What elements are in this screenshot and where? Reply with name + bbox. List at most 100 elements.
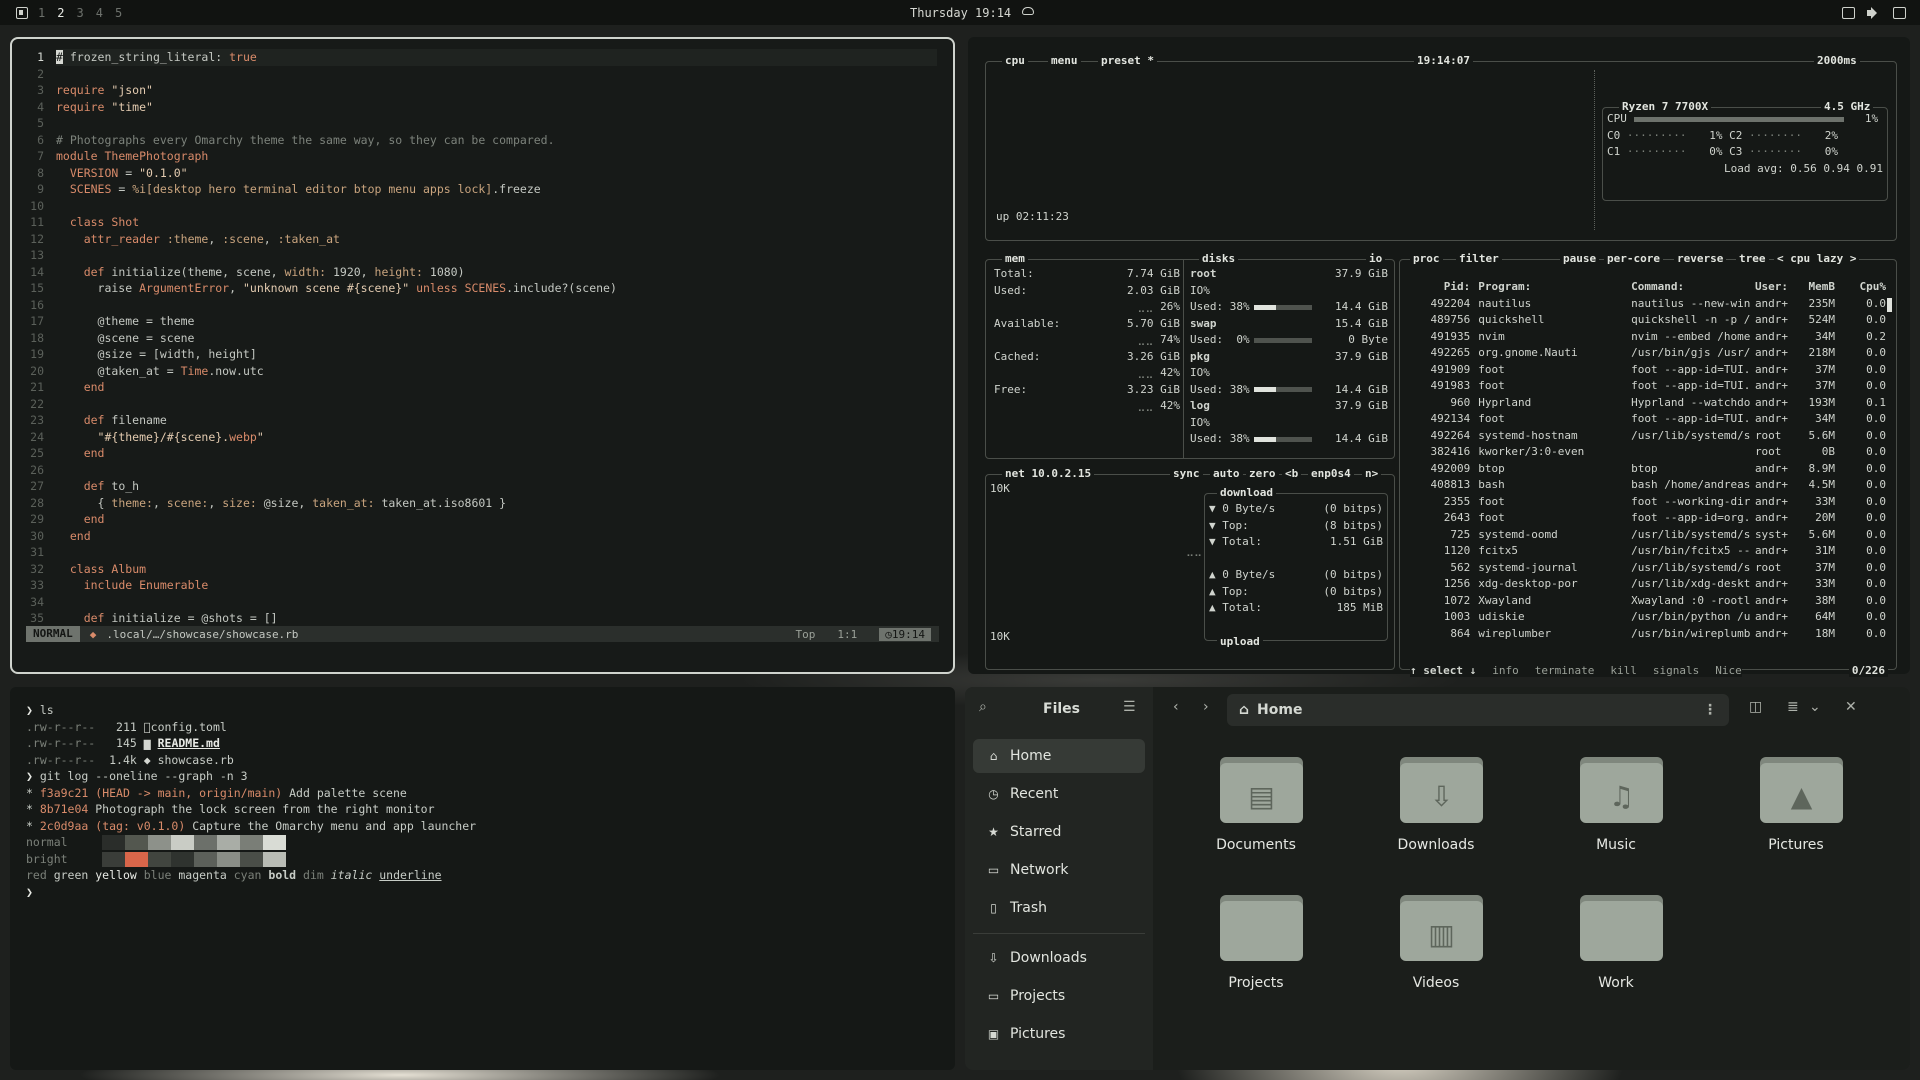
weather-icon[interactable] (1022, 7, 1034, 15)
sort-selector[interactable]: < cpu lazy > (1774, 252, 1860, 265)
filter-tab[interactable]: filter (1456, 252, 1502, 265)
file-path: .local/…/showcase/showcase.rb (106, 627, 299, 641)
close-icon[interactable]: ✕ (1845, 699, 1857, 715)
menu-tab[interactable]: menu (1048, 54, 1081, 67)
net-auto[interactable]: auto (1210, 467, 1243, 480)
io-toggle[interactable]: io (1366, 252, 1386, 265)
proc-tab[interactable]: proc (1410, 252, 1443, 265)
process-row[interactable]: 864 wireplumber/usr/bin/wireplumb andr+ 18M… (1412, 626, 1886, 643)
display-icon[interactable] (1893, 6, 1906, 19)
sidebar-item-home[interactable]: ⌂ Home (973, 739, 1145, 773)
preset-tab[interactable]: preset * (1098, 54, 1157, 67)
process-row[interactable]: 1003 udiskie/usr/bin/python /u andr+ 64M 0.0 (1412, 609, 1886, 626)
disk-io: IO% (1190, 366, 1210, 379)
folder-label: Projects (1228, 975, 1284, 991)
process-row[interactable]: 2643 foot foot --app-id=org. andr+ 20M 0.0 (1412, 510, 1886, 527)
proc-action[interactable]: terminate (1535, 664, 1595, 677)
code-line: 34 (12, 594, 953, 611)
files-window[interactable]: ⌕ Files ☰ ⌂ Home ◷ Recent ★ Starred ▭ Network ▯ T… (965, 687, 1910, 1070)
clock[interactable]: Thursday 19:14 (910, 6, 1011, 20)
proc-action[interactable]: info (1492, 664, 1519, 677)
terminal-window[interactable]: ❯ ls .rw-r--r-- 211 󰈮config.toml .rw-r--r-… (10, 687, 955, 1070)
workspace-2[interactable]: 2 (57, 6, 64, 20)
proc-action[interactable]: ↑ select ↓ (1410, 664, 1476, 677)
workspace-1[interactable]: 1 (38, 6, 45, 20)
process-row[interactable]: 408813 bash bash /home/andreas andr+ 4.5M 0.0 (1412, 477, 1887, 494)
code-line: 9 SCENES = %i[desktop hero terminal edit… (12, 181, 953, 198)
process-row[interactable]: 491983 foot foot --app-id=TUI. andr+ 37M 0.0 (1412, 378, 1887, 395)
folder-music[interactable]: ♫ Music (1541, 749, 1691, 879)
volume-icon[interactable] (1867, 6, 1881, 19)
main-menu-icon[interactable]: ☰ (1123, 699, 1136, 715)
code-buffer[interactable]: 1 # frozen_string_literal: true 2 3 require … (12, 49, 953, 642)
sidebar-item-starred[interactable]: ★ Starred (973, 815, 1145, 849)
tree-tab[interactable]: tree (1736, 252, 1769, 265)
net-sync[interactable]: sync (1170, 467, 1203, 480)
path-bar[interactable]: ⌂ Home ⋮ (1227, 694, 1729, 726)
process-table[interactable]: Pid: Program: Command: User: MemB Cpu% 492204 n… (1412, 279, 1887, 643)
process-row[interactable]: 725 systemd-oomd/usr/lib/systemd/s syst+ 5.… (1412, 527, 1886, 544)
sidebar-item-network[interactable]: ▭ Network (973, 853, 1145, 887)
process-row[interactable]: 492264 systemd-hostnam/usr/lib/systemd/s r… (1412, 428, 1887, 445)
view-options-icon[interactable]: ⌄ (1809, 699, 1821, 715)
folder-work[interactable]: Work (1541, 887, 1691, 1017)
picture-folder-icon: ▲ (1790, 779, 1813, 813)
per-core-tab[interactable]: per-core (1604, 252, 1663, 265)
sidebar-item-trash[interactable]: ▯ Trash (973, 891, 1145, 925)
btop-window[interactable]: cpu menu preset * 19:14:07 2000ms up 02:… (968, 37, 1910, 677)
code-line: 22 (12, 396, 953, 413)
process-row[interactable]: 492265 org.gnome.Nauti/usr/bin/gjs /usr/a… (1412, 345, 1887, 362)
process-row[interactable]: 562 systemd-journal/usr/lib/systemd/s root… (1412, 560, 1886, 577)
folder-videos[interactable]: ▥ Videos (1361, 887, 1511, 1017)
workspace-3[interactable]: 3 (76, 6, 83, 20)
pause-tab[interactable]: pause (1560, 252, 1600, 265)
back-icon[interactable]: ‹ (1173, 699, 1179, 715)
process-row[interactable]: 960 Hyprland Hyprland --watchdo andr+ 193M 0.… (1412, 395, 1886, 412)
process-row[interactable]: 492134 foot foot --app-id=TUI. andr+ 34M 0.0 (1412, 411, 1887, 428)
launcher-icon[interactable] (16, 6, 28, 19)
cpu-tab[interactable]: cpu (1002, 54, 1028, 67)
folder-documents[interactable]: ▤ Documents (1181, 749, 1331, 879)
folder-projects[interactable]: Projects (1181, 887, 1331, 1017)
path-menu-icon[interactable]: ⋮ (1703, 702, 1717, 718)
bookmark-downloads[interactable]: ⇩ Downloads (973, 941, 1145, 975)
process-row[interactable]: 1072 Xwayland Xwayland :0 -rootl andr+ 38M 0.… (1412, 593, 1886, 610)
net-zero[interactable]: zero (1246, 467, 1279, 480)
process-row[interactable]: 1120 fcitx5/usr/bin/fcitx5 -- andr+ 31M 0.0 (1412, 543, 1886, 560)
proc-action[interactable]: Nice (1715, 664, 1742, 677)
bookmark-pictures[interactable]: ▣ Pictures (973, 1017, 1145, 1051)
process-row[interactable]: 489756 quickshell quickshell -n -p / andr+ 5… (1412, 312, 1887, 329)
process-row[interactable]: 382416 kworker/3:0-even root 0B 0.0 (1412, 444, 1887, 461)
path-home[interactable]: Home (1257, 702, 1302, 718)
proc-action[interactable]: kill (1610, 664, 1637, 677)
process-row[interactable]: 491909 foot foot --app-id=TUI. andr+ 37M 0.0 (1412, 362, 1887, 379)
workspace-5[interactable]: 5 (115, 6, 122, 20)
workspace-4[interactable]: 4 (96, 6, 103, 20)
process-row[interactable]: 492009 btop btop andr+ 8.9M 0.0 (1412, 461, 1887, 478)
net-next[interactable]: n> (1362, 467, 1382, 480)
process-row[interactable]: 1256 xdg-desktop-por/usr/lib/xdg-deskt and… (1412, 576, 1886, 593)
code-text: def to_h (83, 479, 140, 493)
reverse-tab[interactable]: reverse (1674, 252, 1727, 265)
code-line: 6 # Photographs every Omarchy theme the s… (12, 132, 953, 149)
view-list-icon[interactable]: ≣ (1787, 699, 1799, 715)
line-number: 29 (30, 512, 44, 526)
proc-action[interactable]: signals (1653, 664, 1699, 677)
proc-scrollbar[interactable] (1887, 298, 1892, 312)
process-row[interactable]: 2355 foot foot --working-dir andr+ 33M 0.0 (1412, 494, 1886, 511)
disk-io: IO% (1190, 283, 1210, 297)
net-prev[interactable]: <b (1282, 467, 1302, 480)
folder-downloads[interactable]: ⇩ Downloads (1361, 749, 1511, 879)
bookmark-projects[interactable]: ▭ Projects (973, 979, 1145, 1013)
terminal-output[interactable]: ❯ ls .rw-r--r-- 211 󰈮config.toml .rw-r--r-… (26, 702, 476, 900)
search-icon[interactable]: ⌕ (979, 699, 987, 715)
update-interval[interactable]: 2000ms (1814, 54, 1860, 67)
sidebar-item-recent[interactable]: ◷ Recent (973, 777, 1145, 811)
process-row[interactable]: 491935 nvim nvim --embed /home andr+ 34M 0.2 (1412, 329, 1887, 346)
forward-icon[interactable]: › (1203, 699, 1209, 715)
process-row[interactable]: 492204 nautilus nautilus --new-win andr+ 235… (1412, 296, 1887, 313)
editor-window[interactable]: 1 # frozen_string_literal: true 2 3 require … (10, 37, 955, 674)
folder-pictures[interactable]: ▲ Pictures (1721, 749, 1871, 879)
screenshot-icon[interactable]: ◫ (1749, 699, 1762, 715)
screen-icon[interactable] (1842, 6, 1855, 19)
